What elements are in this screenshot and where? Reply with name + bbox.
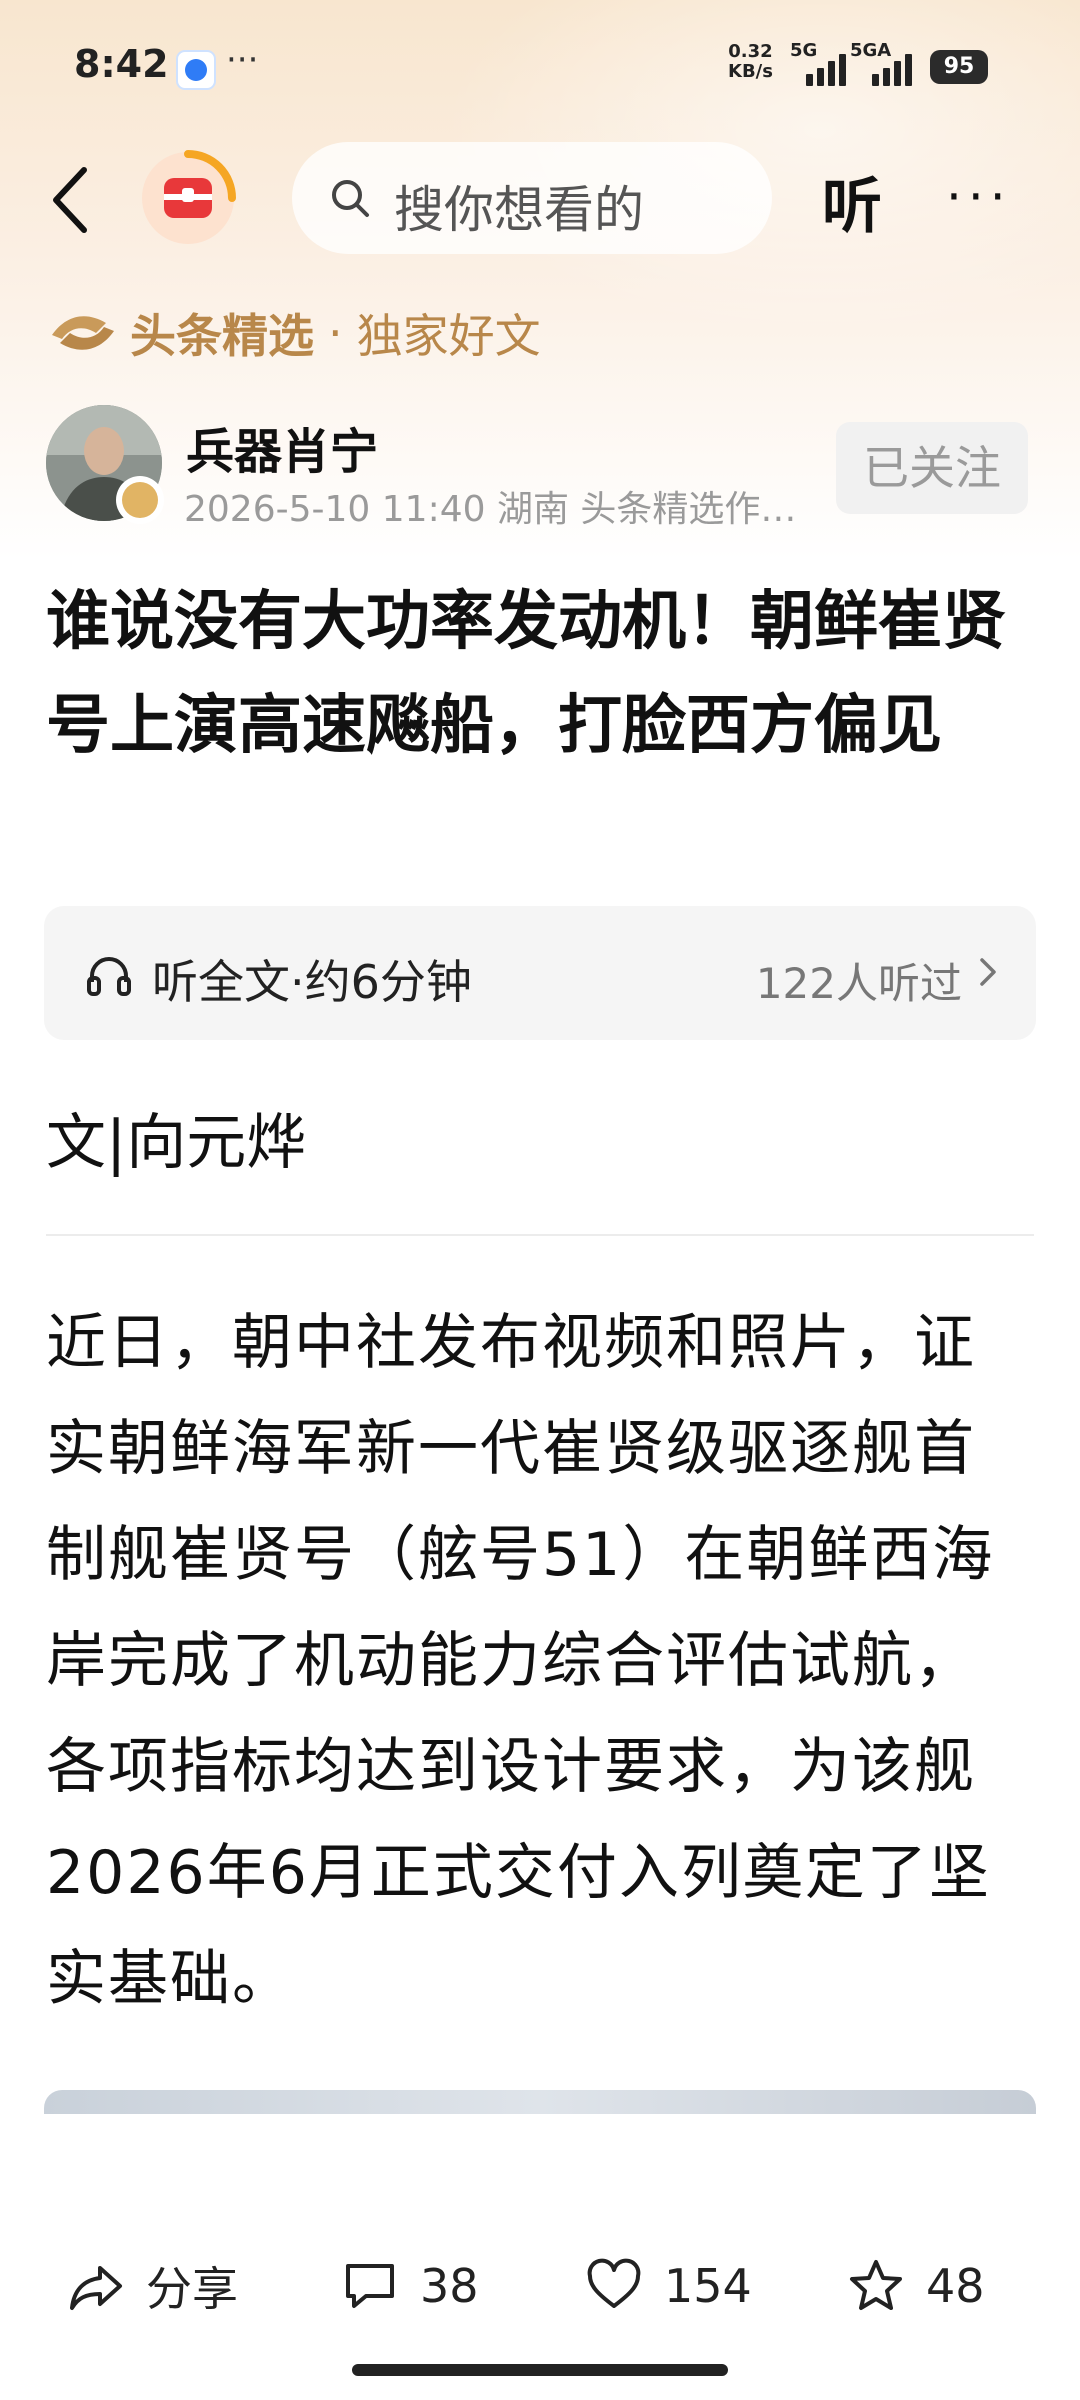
heart-icon [587, 2258, 641, 2308]
divider [46, 1234, 1034, 1236]
search-placeholder: 搜你想看的 [394, 181, 644, 239]
search-bar[interactable]: 搜你想看的 [292, 142, 772, 254]
bottom-action-bar: 分享 38 154 48 [0, 2232, 1080, 2352]
article-body: 近日，朝中社发布视频和照片，证实朝鲜海军新一代崔贤级驱逐舰首制舰崔贤号（舷号51… [46, 1308, 995, 2014]
signal-bars-2-icon [872, 52, 912, 86]
share-icon [70, 2266, 122, 2310]
listen-full-article-card[interactable]: 听全文·约6分钟 122人听过 [44, 906, 1036, 1040]
follow-button[interactable]: 已关注 [836, 422, 1028, 514]
comment-icon [346, 2264, 394, 2308]
share-button[interactable]: 分享 [66, 2246, 238, 2326]
status-bar: 8:42 ··· 0.32 KB/s 5G 5GA 95 [0, 0, 1080, 130]
battery-indicator: 95 [930, 50, 988, 84]
jingxuan-brand-icon [52, 316, 114, 350]
chevron-right-icon [980, 958, 996, 986]
like-button[interactable]: 154 [584, 2246, 752, 2326]
like-count: 154 [664, 2259, 752, 2313]
back-button[interactable] [44, 160, 104, 240]
article-title: 谁说没有大功率发动机！朝鲜崔贤号上演高速飚船，打脸西方偏见 [46, 585, 1006, 763]
post-meta: 2026-5-10 11:40 湖南 头条精选作… [184, 489, 797, 530]
article-image-top-edge[interactable] [44, 2090, 1036, 2114]
home-indicator[interactable] [352, 2364, 728, 2376]
status-time: 8:42 [74, 42, 169, 86]
app-notification-icon [176, 50, 216, 90]
net-speed: 0.32 KB/s [728, 42, 773, 82]
share-label: 分享 [146, 2262, 238, 2316]
channel-separator: · [328, 306, 343, 360]
headphones-icon [87, 957, 131, 996]
comment-count: 38 [420, 2259, 479, 2313]
channel-tagline: 头条精选 · 独家好文 [46, 298, 541, 368]
listen-label: 听全文·约6分钟 [152, 955, 472, 1009]
favorite-button[interactable]: 48 [846, 2246, 985, 2326]
signal-bars-1-icon [806, 52, 846, 86]
listener-count: 122人听过 [755, 959, 962, 1008]
comment-button[interactable]: 38 [340, 2246, 479, 2326]
search-icon [332, 180, 369, 217]
chevron-left-icon [53, 167, 87, 233]
verified-badge-icon [116, 476, 164, 524]
channel-subtitle: 独家好文 [356, 309, 541, 363]
favorite-count: 48 [926, 2259, 985, 2313]
toutiao-logo-icon [142, 150, 236, 244]
more-options-button[interactable]: ··· [946, 168, 1012, 226]
star-icon [850, 2260, 902, 2310]
status-more-icon: ··· [226, 40, 259, 80]
article-byline: 文|向元烨 [46, 1108, 307, 1178]
author-name[interactable]: 兵器肖宁 [186, 412, 378, 482]
channel-brand: 头条精选 [130, 309, 314, 363]
listen-button[interactable]: 听 [822, 158, 882, 245]
net-speed-value: 0.32 [728, 41, 773, 62]
app-logo[interactable] [138, 148, 238, 248]
net-speed-unit: KB/s [728, 61, 773, 82]
